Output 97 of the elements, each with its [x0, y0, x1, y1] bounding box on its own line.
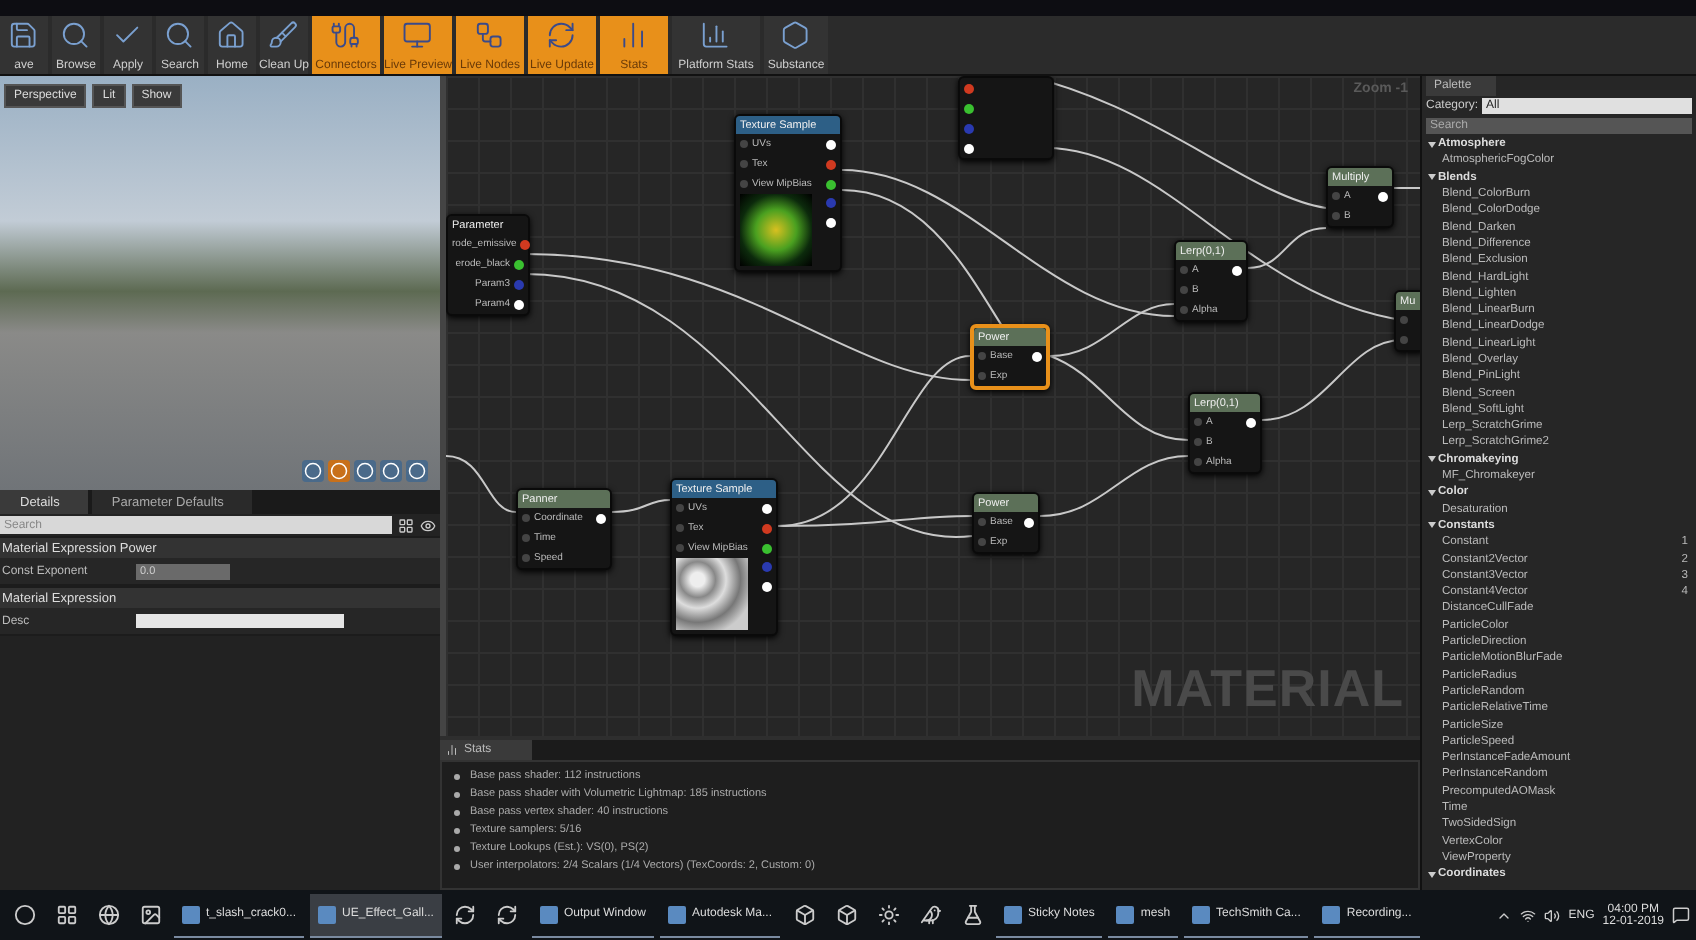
input-pin-icon[interactable]: [522, 554, 530, 562]
globe-icon: [97, 904, 119, 926]
text-field[interactable]: [136, 614, 344, 628]
refresh-icon: [546, 20, 578, 51]
graph-node[interactable]: [958, 76, 1054, 160]
output-pin-icon[interactable]: [514, 259, 524, 269]
input-pin-icon[interactable]: [1180, 266, 1188, 274]
texture-thumbnail: [676, 558, 748, 630]
bullet-icon: [454, 810, 460, 816]
input-pin-icon[interactable]: [740, 180, 748, 188]
eye-icon[interactable]: [420, 517, 436, 533]
preview-shape-icon[interactable]: [354, 460, 376, 482]
swirl-icon: [454, 904, 477, 926]
input-pin-icon[interactable]: [978, 352, 986, 360]
input-pin-icon[interactable]: [676, 504, 684, 512]
node-graph-canvas[interactable]: [440, 76, 1420, 736]
preview-shape-icon[interactable]: [380, 460, 402, 482]
input-pin-icon[interactable]: [1400, 336, 1408, 344]
app-icon: [1004, 905, 1023, 923]
output-pin-icon[interactable]: [596, 513, 606, 523]
output-pin-icon[interactable]: [964, 143, 974, 153]
task-view-icon: [55, 904, 77, 926]
output-pin-icon[interactable]: [826, 179, 836, 189]
caret-icon: [1428, 174, 1436, 181]
caret-icon: [1428, 141, 1436, 148]
monitor-icon: [402, 20, 434, 51]
bullet-icon: [454, 774, 460, 780]
input-pin-icon[interactable]: [1332, 212, 1340, 220]
app-icon: [1192, 905, 1211, 923]
bullet-icon: [454, 864, 460, 870]
input-pin-icon[interactable]: [1180, 286, 1188, 294]
input-pin-icon[interactable]: [676, 544, 684, 552]
node-wire: [446, 455, 517, 513]
caret-icon: [1428, 871, 1436, 878]
app-icon: [1322, 905, 1341, 923]
bullet-icon: [454, 846, 460, 852]
bird-icon: [919, 904, 942, 926]
app-icon: [318, 905, 337, 923]
output-pin-icon[interactable]: [1378, 191, 1388, 201]
preview-shape-icon[interactable]: [328, 460, 350, 482]
input-pin-icon[interactable]: [676, 524, 684, 532]
box-icon: [793, 904, 816, 926]
input-pin-icon[interactable]: [740, 140, 748, 148]
nodes-icon: [474, 20, 506, 51]
input-pin-icon[interactable]: [978, 518, 986, 526]
input-pin-icon[interactable]: [978, 372, 986, 380]
magnifier-icon: [60, 20, 92, 51]
output-pin-icon[interactable]: [826, 218, 836, 228]
bullet-icon: [454, 828, 460, 834]
app-icon: [539, 905, 558, 923]
house-icon: [216, 20, 248, 51]
output-pin-icon[interactable]: [1246, 417, 1256, 427]
cube-icon: [835, 904, 858, 926]
input-pin-icon[interactable]: [1194, 438, 1202, 446]
stats-icon: [446, 744, 458, 756]
plug-icon: [330, 20, 362, 51]
input-pin-icon[interactable]: [1194, 458, 1202, 466]
app-icon: [667, 905, 686, 923]
caret-icon: [1428, 489, 1436, 496]
texture-thumbnail: [740, 194, 812, 266]
speaker-icon[interactable]: [1544, 907, 1561, 923]
caret-icon: [1428, 456, 1436, 463]
brush-icon: [268, 20, 300, 51]
output-pin-icon[interactable]: [964, 103, 974, 113]
flask-icon: [961, 904, 984, 926]
input-pin-icon[interactable]: [1180, 306, 1188, 314]
input-pin-icon[interactable]: [1400, 316, 1408, 324]
output-pin-icon[interactable]: [1032, 351, 1042, 361]
input-pin-icon[interactable]: [522, 534, 530, 542]
input-pin-icon[interactable]: [740, 160, 748, 168]
output-pin-icon[interactable]: [826, 139, 836, 149]
input-pin-icon[interactable]: [978, 538, 986, 546]
caret-icon: [1428, 522, 1436, 529]
notification-icon[interactable]: [1672, 906, 1690, 924]
image-icon: [139, 904, 161, 926]
output-pin-icon[interactable]: [762, 582, 772, 592]
bar-chart-icon: [700, 20, 732, 51]
wifi-icon[interactable]: [1520, 907, 1537, 923]
input-pin-icon[interactable]: [1332, 192, 1340, 200]
input-pin-icon[interactable]: [1194, 418, 1202, 426]
app-icon: [1116, 905, 1135, 923]
search-icon: [164, 20, 196, 51]
hexagon-icon: [780, 20, 812, 51]
input-pin-icon[interactable]: [522, 514, 530, 522]
output-pin-icon[interactable]: [1024, 517, 1034, 527]
swirl-icon: [496, 904, 519, 926]
circle-icon: [13, 904, 35, 926]
preview-shape-icon[interactable]: [406, 460, 428, 482]
bullet-icon: [454, 792, 460, 798]
output-pin-icon[interactable]: [762, 543, 772, 553]
grid-icon[interactable]: [398, 517, 414, 533]
app-icon: [182, 905, 200, 923]
output-pin-icon[interactable]: [762, 503, 772, 513]
output-pin-icon[interactable]: [514, 299, 524, 309]
preview-shape-icon[interactable]: [302, 460, 324, 482]
sun-icon: [877, 904, 900, 926]
output-pin-icon[interactable]: [1232, 265, 1242, 275]
